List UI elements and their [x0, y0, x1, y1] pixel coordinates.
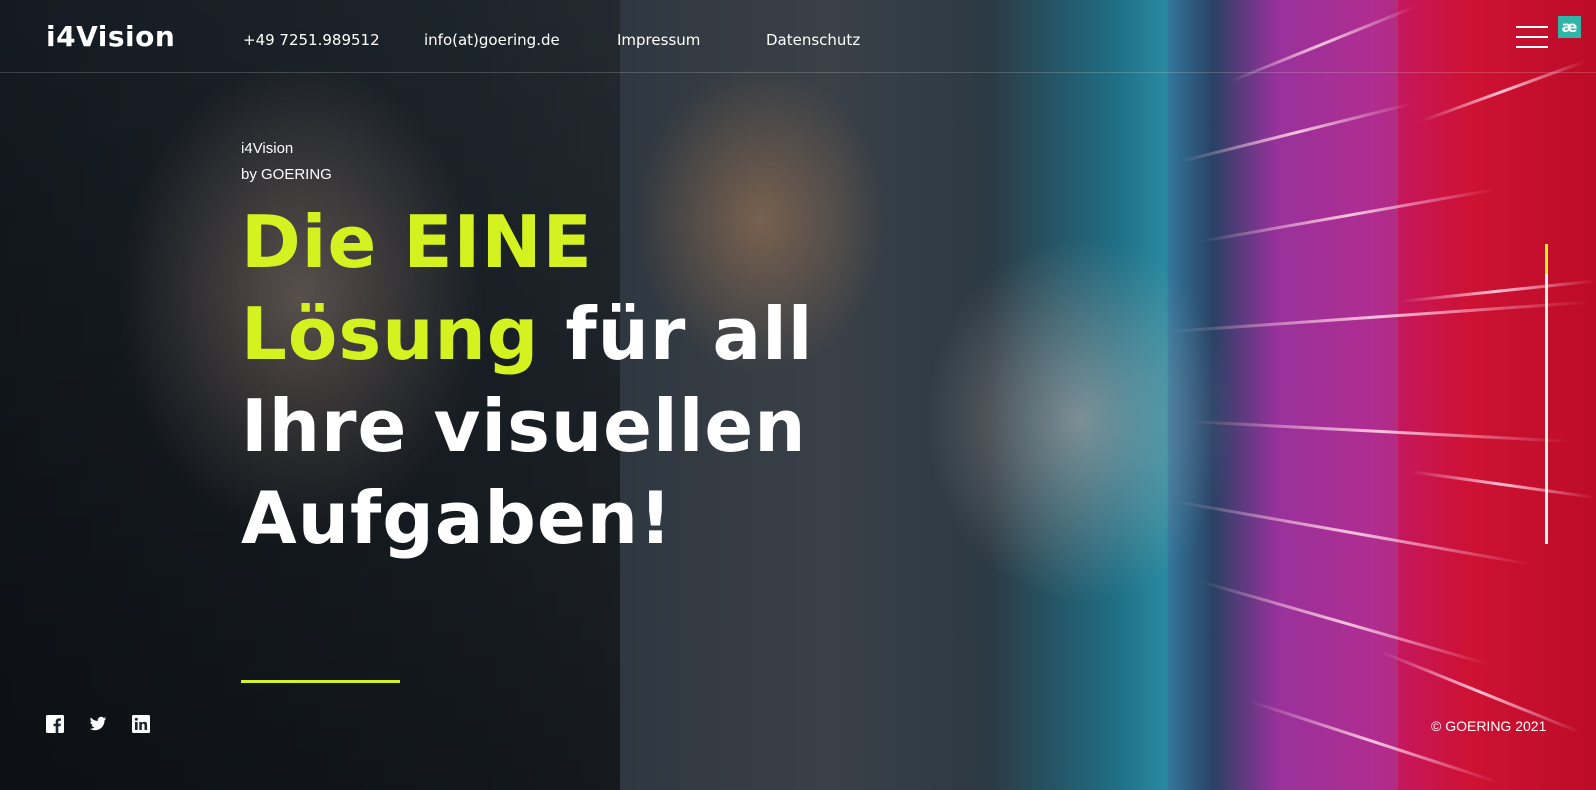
nav-impressum-link[interactable]: Impressum — [617, 31, 700, 49]
linkedin-icon[interactable] — [132, 715, 150, 733]
slide-progress-bar[interactable] — [1545, 244, 1548, 544]
accent-divider — [241, 680, 400, 683]
slide-progress-indicator — [1545, 244, 1548, 274]
twitter-icon[interactable] — [89, 715, 107, 733]
headline-text-1: für all — [539, 292, 814, 376]
nav-email-link[interactable]: info(at)goering.de — [424, 31, 560, 49]
ae-badge-icon[interactable]: æ — [1558, 16, 1581, 38]
site-logo[interactable]: i4Vision — [46, 20, 175, 53]
hamburger-menu-icon[interactable] — [1516, 26, 1548, 50]
hero-headline: Die EINE Lösung für all Ihre visuellen A… — [241, 196, 941, 564]
nav-phone-link[interactable]: +49 7251.989512 — [243, 31, 380, 49]
copyright-text: © GOERING 2021 — [1431, 718, 1547, 734]
headline-highlight-1: Die EINE — [241, 200, 593, 284]
site-header: i4Vision +49 7251.989512 info(at)goering… — [0, 0, 1596, 73]
headline-text-3: Aufgaben! — [241, 476, 673, 560]
nav-datenschutz-link[interactable]: Datenschutz — [766, 31, 860, 49]
hero-kicker-company: by GOERING — [241, 166, 332, 183]
facebook-icon[interactable] — [46, 715, 64, 733]
hero-kicker-brand: i4Vision — [241, 140, 294, 157]
headline-text-2: Ihre visuellen — [241, 384, 807, 468]
headline-highlight-2: Lösung — [241, 292, 540, 376]
light-panel — [1168, 0, 1398, 790]
